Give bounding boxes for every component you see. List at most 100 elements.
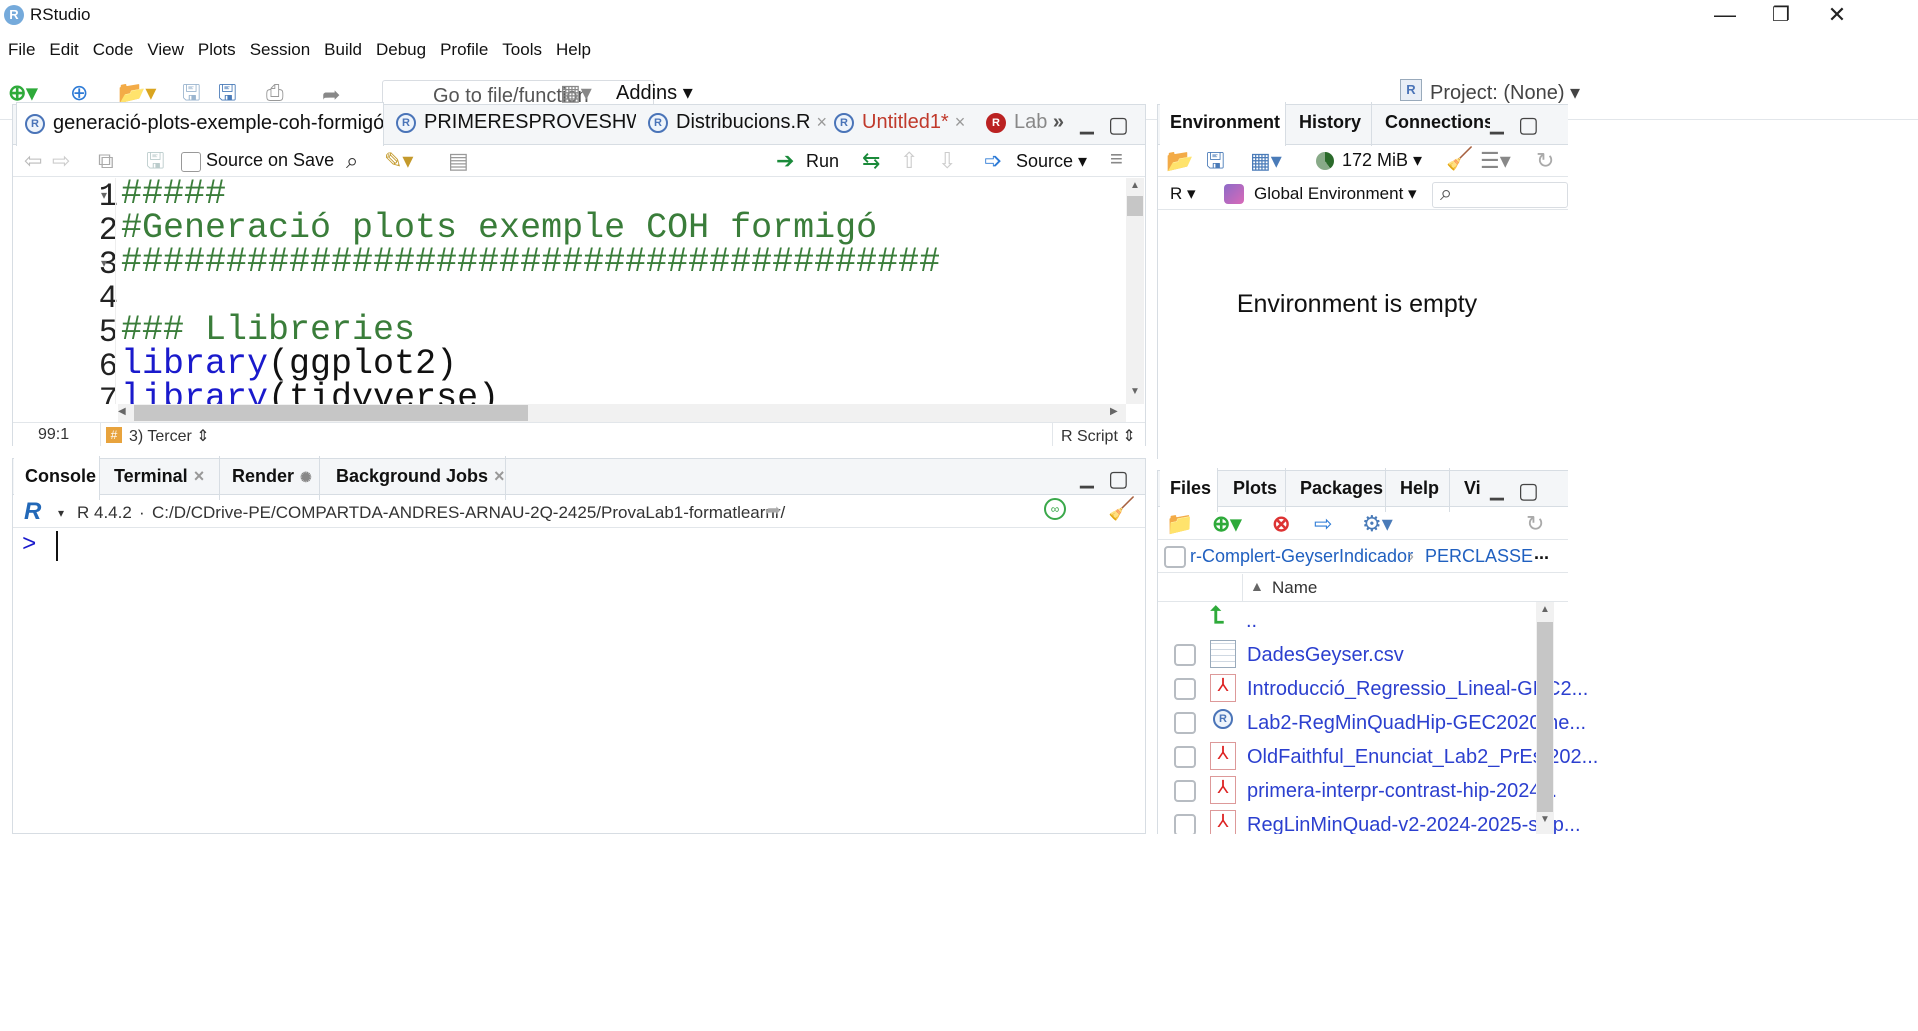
code-editor[interactable]: 1 2 3 4 5 6 7 ▾ ▾ ##### #Generació plots… bbox=[13, 178, 1125, 404]
next-section-icon[interactable]: ⇩ bbox=[938, 148, 956, 174]
chevron-down-icon[interactable]: ▾ bbox=[58, 506, 64, 520]
memory-usage[interactable]: 172 MiB ▾ bbox=[1342, 150, 1422, 171]
menu-plots[interactable]: Plots bbox=[190, 32, 242, 60]
menu-edit[interactable]: Edit bbox=[41, 32, 84, 60]
tab-background-jobs[interactable]: Background Jobs × bbox=[322, 456, 506, 500]
rmd-file-icon: R bbox=[986, 113, 1006, 133]
source-button[interactable]: Source ▾ bbox=[1016, 151, 1087, 172]
editor-horizontal-scrollbar[interactable]: ◀ ▶ bbox=[118, 404, 1126, 422]
menu-tools[interactable]: Tools bbox=[494, 32, 548, 60]
menu-help[interactable]: Help bbox=[548, 32, 597, 60]
editor-tab-untitled[interactable]: R Untitled1* × bbox=[834, 102, 974, 146]
fold-arrow-icon[interactable]: ▾ bbox=[101, 188, 107, 202]
file-checkbox[interactable] bbox=[1174, 644, 1196, 666]
list-view-icon[interactable]: ☰▾ bbox=[1480, 148, 1511, 174]
tab-files[interactable]: Files bbox=[1160, 468, 1218, 512]
editor-vertical-scrollbar[interactable]: ▲ ▼ bbox=[1126, 178, 1144, 404]
tab-console[interactable]: Console bbox=[14, 456, 100, 500]
clear-console-broom-icon[interactable]: 🧹 bbox=[1108, 496, 1135, 522]
maximize-pane-icon[interactable]: ▢ bbox=[1108, 466, 1129, 492]
tab-help[interactable]: Help bbox=[1388, 468, 1450, 512]
env-search-input[interactable] bbox=[1432, 182, 1568, 208]
section-selector[interactable]: 3) Tercer ⇕ bbox=[129, 426, 210, 446]
files-vertical-scrollbar[interactable]: ▲ ▼ bbox=[1536, 602, 1554, 834]
more-path-button[interactable]: ... bbox=[1534, 543, 1549, 564]
file-name[interactable]: primera-interpr-contrast-hip-2024... bbox=[1247, 780, 1557, 803]
rename-file-icon[interactable]: ⇨ bbox=[1314, 511, 1332, 537]
code-tools-wand-icon[interactable]: ✎▾ bbox=[384, 148, 413, 174]
go-to-directory-icon[interactable]: ➦ bbox=[766, 500, 781, 521]
minimize-pane-icon[interactable]: ▁ bbox=[1490, 114, 1504, 135]
line-number: 2 bbox=[98, 212, 118, 249]
select-all-checkbox[interactable] bbox=[1164, 546, 1186, 568]
tab-render[interactable]: Render ✺ bbox=[220, 456, 320, 500]
menu-view[interactable]: View bbox=[139, 32, 190, 60]
editor-tab-primeres[interactable]: RPRIMERESPROVESHW.R× bbox=[396, 102, 636, 146]
language-selector[interactable]: R ▾ bbox=[1170, 184, 1196, 204]
file-checkbox[interactable] bbox=[1174, 678, 1196, 700]
menu-session[interactable]: Session bbox=[242, 32, 316, 60]
menu-code[interactable]: Code bbox=[85, 32, 140, 60]
new-blank-file-icon[interactable]: ⊕▾ bbox=[1212, 511, 1241, 537]
close-tab-icon[interactable]: × bbox=[194, 466, 205, 486]
menu-file[interactable]: File bbox=[0, 32, 41, 60]
minimize-pane-icon[interactable]: ▁ bbox=[1080, 468, 1094, 489]
more-gear-icon[interactable]: ⚙▾ bbox=[1362, 511, 1393, 537]
minimize-pane-icon[interactable]: ▁ bbox=[1490, 480, 1504, 501]
refresh-icon[interactable]: ↻ bbox=[1536, 148, 1554, 174]
file-checkbox[interactable] bbox=[1174, 814, 1196, 836]
rerun-icon[interactable]: ⇆ bbox=[862, 148, 880, 174]
maximize-pane-icon[interactable]: ▢ bbox=[1518, 478, 1539, 504]
close-button[interactable]: ✕ bbox=[1802, 0, 1872, 30]
tab-packages[interactable]: Packages bbox=[1288, 468, 1386, 512]
parent-directory-link[interactable]: .. bbox=[1246, 610, 1257, 633]
clear-env-broom-icon[interactable]: 🧹 bbox=[1446, 146, 1473, 172]
file-name[interactable]: DadesGeyser.csv bbox=[1247, 644, 1404, 667]
refresh-files-icon[interactable]: ↻ bbox=[1526, 511, 1544, 537]
console-input[interactable] bbox=[13, 528, 1145, 833]
back-icon[interactable]: ⇦ bbox=[24, 148, 42, 174]
source-on-save-checkbox[interactable] bbox=[181, 152, 201, 172]
breadcrumb-folder-2[interactable]: PERCLASSE bbox=[1425, 546, 1533, 567]
menu-debug[interactable]: Debug bbox=[368, 32, 432, 60]
load-workspace-icon[interactable]: 📂 bbox=[1166, 148, 1193, 174]
file-checkbox[interactable] bbox=[1174, 712, 1196, 734]
column-name-header[interactable]: Name bbox=[1272, 578, 1317, 598]
menu-profile[interactable]: Profile bbox=[432, 32, 494, 60]
tab-plots[interactable]: Plots bbox=[1220, 468, 1286, 512]
background-jobs-icon[interactable]: ∞ bbox=[1044, 498, 1066, 520]
close-tab-icon[interactable]: × bbox=[494, 466, 505, 486]
find-replace-icon[interactable]: ⌕ bbox=[346, 148, 358, 174]
run-button[interactable]: Run bbox=[806, 151, 839, 172]
tab-history[interactable]: History bbox=[1288, 102, 1372, 146]
editor-tab-generacio[interactable]: Rgeneració-plots-exemple-coh-formigó.R× bbox=[16, 102, 384, 146]
fold-arrow-icon[interactable]: ▾ bbox=[101, 256, 107, 270]
new-folder-icon[interactable]: 📁 bbox=[1166, 511, 1193, 537]
menu-build[interactable]: Build bbox=[316, 32, 368, 60]
editor-tab-lab[interactable]: R Lab » bbox=[986, 102, 1076, 146]
delete-file-icon[interactable]: ⊗ bbox=[1272, 511, 1290, 537]
editor-save-icon[interactable]: 🖫 bbox=[146, 148, 165, 174]
editor-tab-distribucions[interactable]: R Distribucions.R × bbox=[648, 102, 826, 146]
close-tab-icon[interactable]: × bbox=[816, 112, 826, 132]
prev-section-icon[interactable]: ⇧ bbox=[900, 148, 918, 174]
tab-viewer[interactable]: Vi bbox=[1452, 468, 1488, 512]
maximize-pane-icon[interactable]: ▢ bbox=[1518, 112, 1539, 138]
tab-terminal[interactable]: Terminal × bbox=[102, 456, 220, 500]
tab-connections[interactable]: Connections bbox=[1374, 102, 1490, 146]
close-tab-icon[interactable]: × bbox=[955, 112, 966, 132]
save-workspace-icon[interactable]: 🖫 bbox=[1206, 148, 1225, 174]
import-dataset-icon[interactable]: ▦▾ bbox=[1250, 148, 1282, 174]
file-type-selector[interactable]: R Script ⇕ bbox=[1061, 426, 1136, 446]
breadcrumb-folder-1[interactable]: r-Complert-GeyserIndicador bbox=[1190, 546, 1413, 567]
forward-icon[interactable]: ⇨ bbox=[52, 148, 70, 174]
environment-scope-selector[interactable]: Global Environment ▾ bbox=[1254, 184, 1417, 204]
outline-icon[interactable]: ≡ bbox=[1110, 146, 1123, 172]
compile-report-icon[interactable]: ▤ bbox=[448, 148, 469, 174]
show-in-window-icon[interactable]: ⧉ bbox=[98, 148, 114, 174]
maximize-pane-icon[interactable]: ▢ bbox=[1108, 112, 1129, 138]
minimize-pane-icon[interactable]: ▁ bbox=[1080, 114, 1094, 135]
file-checkbox[interactable] bbox=[1174, 746, 1196, 768]
file-checkbox[interactable] bbox=[1174, 780, 1196, 802]
tab-environment[interactable]: Environment bbox=[1160, 102, 1286, 146]
